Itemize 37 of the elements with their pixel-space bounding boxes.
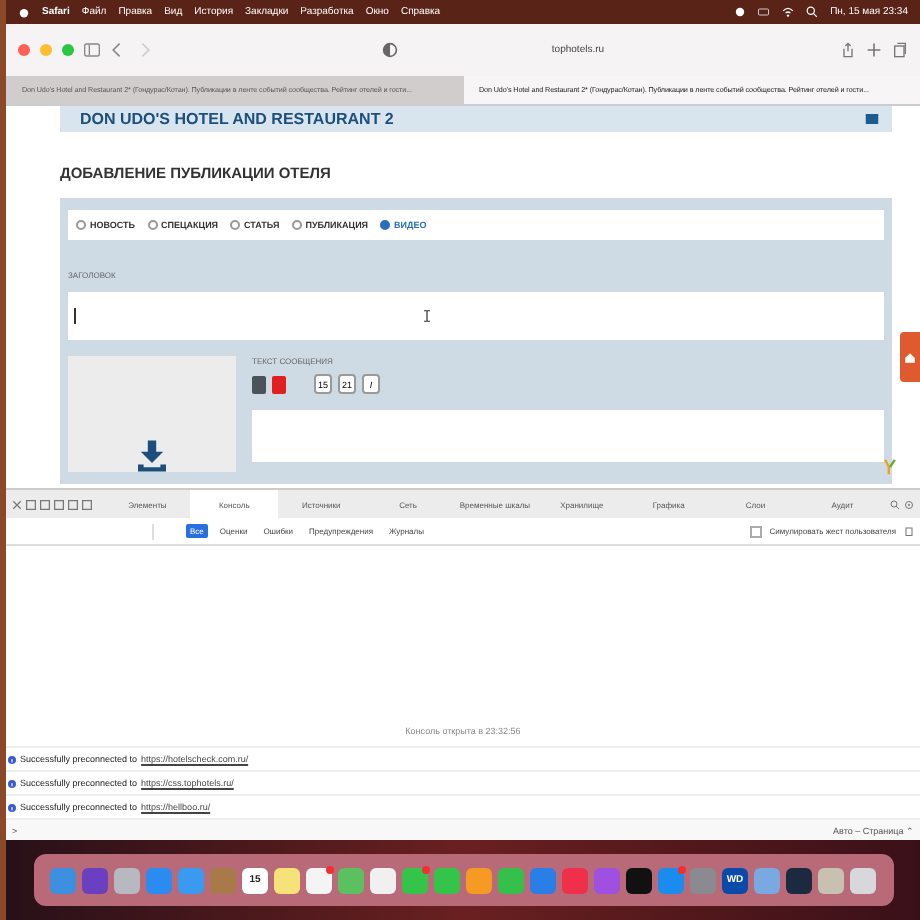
back-icon[interactable] — [110, 42, 126, 58]
close-button[interactable] — [18, 44, 30, 56]
settings-icon[interactable] — [904, 499, 914, 509]
ibeam-cursor-icon — [424, 310, 430, 322]
minimize-button[interactable] — [40, 44, 52, 56]
share-icon[interactable] — [840, 42, 856, 58]
text-cursor — [74, 308, 75, 324]
info-icon — [8, 803, 16, 811]
dock-app-icon[interactable] — [274, 867, 300, 893]
side-home-tab[interactable] — [900, 332, 920, 382]
close-icon[interactable] — [12, 499, 22, 509]
dock-app-icon[interactable] — [786, 867, 812, 893]
hotel-name[interactable]: DON UDO'S HOTEL AND RESTAURANT 2 — [80, 110, 394, 128]
title-input-field[interactable] — [68, 292, 884, 340]
download-icon — [138, 440, 166, 472]
menu-icon[interactable] — [864, 114, 880, 124]
battery-icon[interactable] — [758, 6, 771, 18]
dock-app-icon[interactable] — [306, 867, 332, 893]
trash-icon[interactable] — [904, 526, 914, 536]
info-icon — [8, 779, 16, 787]
color-swatch[interactable] — [272, 375, 286, 393]
dock-app-icon[interactable] — [850, 867, 876, 893]
zoom-button[interactable] — [62, 44, 74, 56]
shield-icon[interactable] — [382, 42, 398, 58]
color-swatch[interactable] — [252, 375, 266, 393]
tabs-icon[interactable] — [892, 42, 908, 58]
checkbox[interactable] — [749, 525, 762, 537]
info-icon — [8, 755, 16, 763]
dock-app-icon[interactable] — [370, 867, 396, 893]
sidebar-icon[interactable] — [84, 42, 100, 58]
dock-app-icon[interactable] — [818, 867, 844, 893]
plus-icon[interactable] — [866, 42, 882, 58]
logo-icon[interactable] — [884, 458, 896, 476]
wifi-icon[interactable] — [782, 6, 795, 18]
image-upload-area[interactable] — [68, 356, 236, 472]
dock-app-icon[interactable] — [626, 867, 652, 893]
home-icon — [904, 351, 916, 363]
